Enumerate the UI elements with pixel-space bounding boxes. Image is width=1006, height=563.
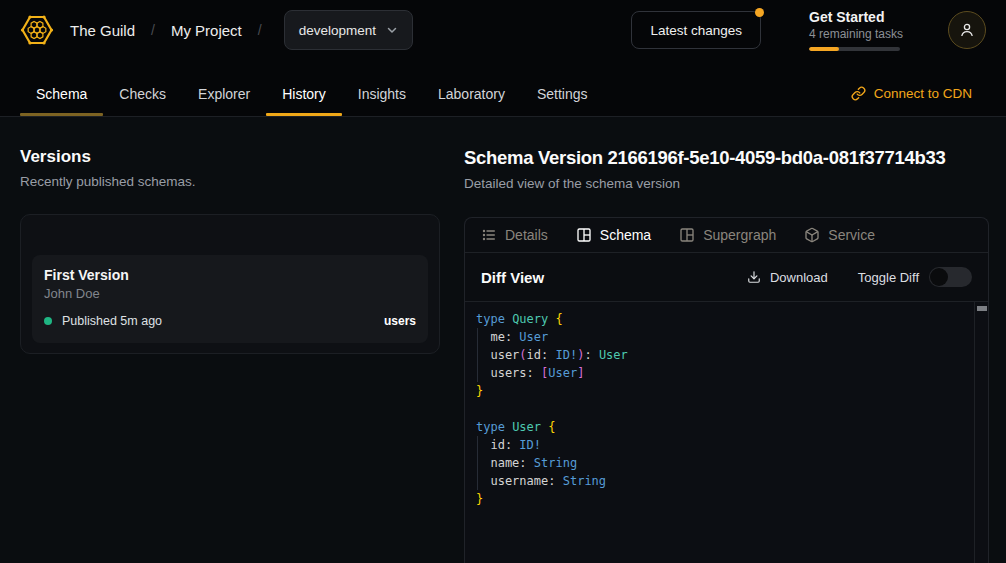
versions-list: First Version John Doe Published 5m ago … bbox=[20, 214, 440, 354]
diff-view-title: Diff View bbox=[481, 269, 544, 286]
connect-to-cdn-label: Connect to CDN bbox=[874, 86, 972, 101]
toggle-diff-switch[interactable] bbox=[929, 267, 972, 287]
detail-tab-label: Schema bbox=[600, 227, 651, 243]
target-select-value: development bbox=[299, 23, 376, 38]
breadcrumb-separator: / bbox=[151, 22, 155, 38]
org-breadcrumb[interactable]: The Guild bbox=[70, 22, 135, 39]
version-detail-title: Schema Version 2166196f-5e10-4059-bd0a-0… bbox=[464, 147, 989, 169]
project-nav: Schema Checks Explorer History Insights Labor… bbox=[0, 60, 1006, 117]
detail-tab-supergraph[interactable]: Supergraph bbox=[679, 227, 776, 243]
panels-icon bbox=[679, 227, 695, 243]
detail-tab-label: Service bbox=[828, 227, 875, 243]
version-list-item[interactable]: First Version John Doe Published 5m ago … bbox=[32, 255, 428, 343]
notification-dot bbox=[755, 8, 764, 17]
get-started-widget[interactable]: Get Started 4 remaining tasks bbox=[809, 9, 900, 51]
get-started-title: Get Started bbox=[809, 9, 900, 25]
nav-tab-label: Laboratory bbox=[438, 86, 505, 102]
nav-tab-label: Settings bbox=[537, 86, 588, 102]
detail-tab-schema[interactable]: Schema bbox=[576, 227, 651, 243]
diff-toolbar: Diff View Download Toggle Diff bbox=[465, 253, 988, 302]
versions-panel: Versions Recently published schemas. Fir… bbox=[20, 147, 440, 563]
link-icon bbox=[851, 86, 866, 101]
code-line: type User { bbox=[476, 418, 988, 436]
nav-tab-settings[interactable]: Settings bbox=[521, 60, 604, 116]
user-avatar[interactable] bbox=[948, 11, 986, 49]
nav-tab-schema[interactable]: Schema bbox=[20, 60, 103, 116]
box-icon bbox=[804, 227, 820, 243]
editor-scrollbar-thumb[interactable] bbox=[977, 306, 987, 311]
detail-tab-service[interactable]: Service bbox=[804, 227, 875, 243]
panels-icon bbox=[576, 227, 592, 243]
get-started-progressbar bbox=[809, 47, 900, 51]
nav-tab-label: Insights bbox=[358, 86, 406, 102]
list-icon bbox=[481, 227, 497, 243]
published-status-dot bbox=[44, 317, 52, 325]
editor-scrollbar[interactable] bbox=[974, 302, 988, 563]
download-icon bbox=[747, 270, 761, 284]
version-status: Published 5m ago bbox=[62, 314, 162, 328]
latest-changes-button[interactable]: Latest changes bbox=[631, 11, 761, 49]
nav-tab-history[interactable]: History bbox=[266, 60, 342, 116]
download-label: Download bbox=[770, 270, 828, 285]
nav-tab-insights[interactable]: Insights bbox=[342, 60, 422, 116]
toggle-diff-label: Toggle Diff bbox=[858, 270, 919, 285]
code-line: } bbox=[476, 382, 988, 400]
code-line: } bbox=[476, 490, 988, 508]
version-detail-tabs: Details Schema Supergraph Service bbox=[465, 218, 988, 253]
guild-logo-icon[interactable] bbox=[20, 13, 54, 47]
version-author: John Doe bbox=[44, 286, 416, 301]
code-line: me: User bbox=[476, 328, 988, 346]
download-button[interactable]: Download bbox=[747, 270, 828, 285]
code-line: name: String bbox=[476, 454, 988, 472]
versions-title: Versions bbox=[20, 147, 440, 167]
detail-tab-details[interactable]: Details bbox=[481, 227, 548, 243]
switch-knob bbox=[930, 268, 948, 286]
chevron-down-icon bbox=[386, 24, 398, 36]
code-line: user(id: ID!): User bbox=[476, 346, 988, 364]
nav-tab-checks[interactable]: Checks bbox=[103, 60, 182, 116]
nav-tab-explorer[interactable]: Explorer bbox=[182, 60, 266, 116]
get-started-subtitle: 4 remaining tasks bbox=[809, 27, 900, 41]
person-icon bbox=[959, 22, 975, 38]
version-name: First Version bbox=[44, 267, 416, 283]
breadcrumb-separator: / bbox=[258, 22, 262, 38]
nav-tab-label: History bbox=[282, 86, 326, 102]
code-line: id: ID! bbox=[476, 436, 988, 454]
latest-changes-label: Latest changes bbox=[650, 23, 742, 38]
project-breadcrumb[interactable]: My Project bbox=[171, 22, 242, 39]
active-tab-indicator bbox=[266, 113, 342, 116]
connect-to-cdn-button[interactable]: Connect to CDN bbox=[851, 60, 986, 116]
service-name-badge: users bbox=[384, 314, 416, 328]
code-line: users: [User] bbox=[476, 364, 988, 382]
app-header: The Guild / My Project / development Lat… bbox=[0, 0, 1006, 60]
nav-tab-label: Explorer bbox=[198, 86, 250, 102]
version-detail-panel: Schema Version 2166196f-5e10-4059-bd0a-0… bbox=[464, 147, 989, 563]
nav-tab-label: Schema bbox=[36, 86, 87, 102]
code-line: username: String bbox=[476, 472, 988, 490]
detail-tab-label: Supergraph bbox=[703, 227, 776, 243]
code-line: type Query { bbox=[476, 310, 988, 328]
target-select[interactable]: development bbox=[284, 10, 413, 50]
active-tab-indicator bbox=[20, 113, 103, 116]
nav-tab-laboratory[interactable]: Laboratory bbox=[422, 60, 521, 116]
code-line bbox=[476, 400, 988, 418]
versions-subtitle: Recently published schemas. bbox=[20, 174, 440, 189]
nav-tab-label: Checks bbox=[119, 86, 166, 102]
version-detail-card: Details Schema Supergraph Service Diff View… bbox=[464, 217, 989, 563]
version-detail-subtitle: Detailed view of the schema version bbox=[464, 176, 989, 191]
schema-code-editor[interactable]: type Query { me: User user(id: ID!): Use… bbox=[465, 302, 988, 563]
detail-tab-label: Details bbox=[505, 227, 548, 243]
